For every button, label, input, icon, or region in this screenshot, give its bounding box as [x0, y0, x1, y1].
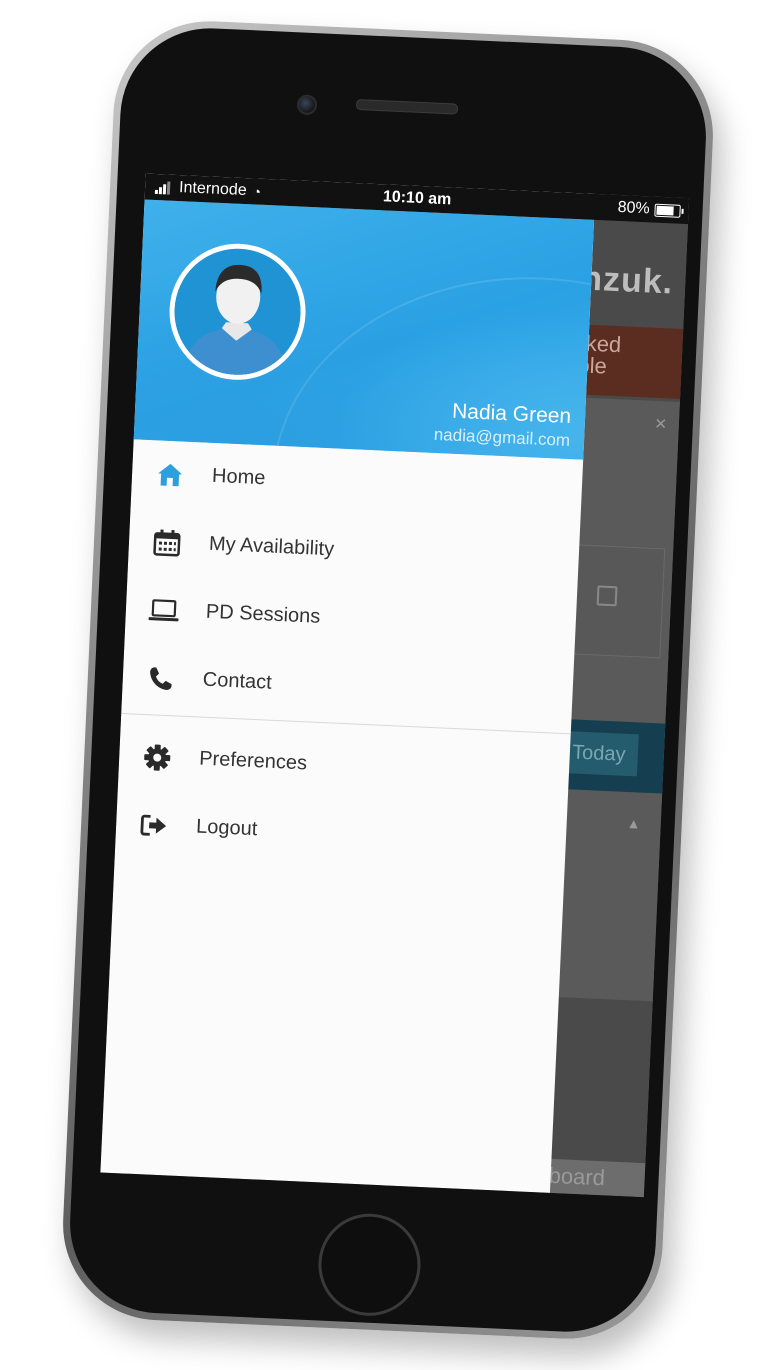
background-close-icon: ×	[654, 412, 668, 436]
phone-screen: nzuk. rked ole × Today ▲ board Nadia Gre…	[100, 173, 690, 1198]
avatar[interactable]	[166, 240, 309, 383]
phone-icon	[144, 662, 177, 695]
gear-icon	[141, 741, 174, 774]
user-silhouette-icon	[174, 248, 301, 378]
battery-fill	[656, 205, 674, 215]
drawer-header: Nadia Green nadia@gmail.com	[133, 199, 595, 460]
battery-icon	[654, 203, 681, 218]
navigation-drawer: Nadia Green nadia@gmail.com Home My Avai…	[100, 173, 596, 1193]
menu-item-label: My Availability	[208, 532, 335, 561]
drawer-menu: Home My Availability PD Sessions Contact…	[115, 439, 584, 878]
home-button[interactable]	[316, 1211, 423, 1319]
status-bar-left: Internode ◔	[154, 178, 262, 201]
signal-icon	[154, 180, 174, 195]
front-camera	[296, 94, 318, 116]
calendar-icon	[150, 526, 183, 559]
background-brand: nzuk.	[580, 259, 675, 302]
phone-body: nzuk. rked ole × Today ▲ board Nadia Gre…	[66, 24, 710, 1336]
background-caret-icon: ▲	[626, 814, 641, 832]
background-today-button: Today	[558, 730, 639, 777]
menu-item-label: Contact	[202, 668, 273, 694]
home-icon	[153, 458, 186, 491]
menu-item-label: Preferences	[198, 747, 308, 775]
laptop-icon	[147, 594, 180, 627]
carrier-name: Internode	[178, 179, 248, 200]
logout-icon	[137, 809, 170, 842]
menu-item-label: Home	[211, 464, 266, 490]
background-edit-icon	[596, 585, 618, 607]
menu-item-label: Logout	[195, 815, 258, 841]
battery-percent: 80%	[617, 198, 651, 218]
stage: nzuk. rked ole × Today ▲ board Nadia Gre…	[0, 0, 782, 1370]
earpiece-speaker	[355, 98, 459, 115]
menu-item-label: PD Sessions	[205, 600, 321, 628]
wifi-icon: ◔	[252, 183, 262, 200]
status-time: 10:10 am	[382, 188, 452, 209]
status-bar-right: 80%	[617, 199, 681, 220]
phone-device: nzuk. rked ole × Today ▲ board Nadia Gre…	[58, 17, 718, 1343]
